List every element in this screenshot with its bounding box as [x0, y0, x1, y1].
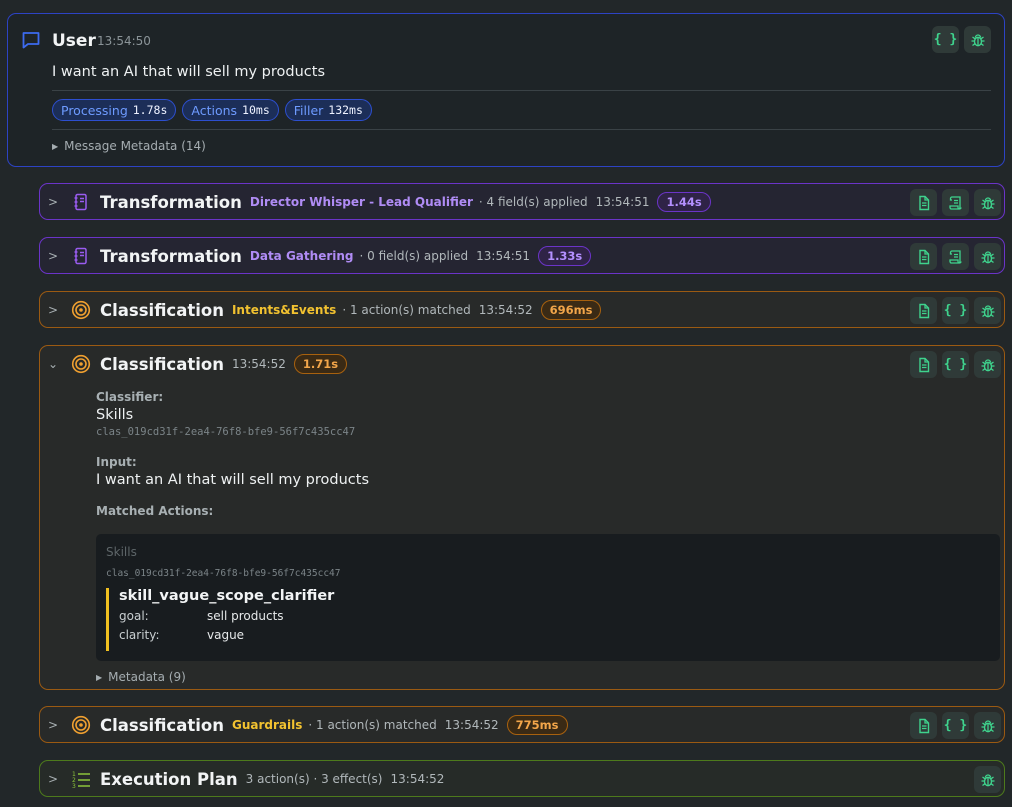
step-execution-plan[interactable]: > 123 Execution Plan 3 action(s) · 3 eff…	[39, 760, 1005, 797]
divider	[52, 90, 991, 91]
step-classification-expanded: ⌄ Classification 13:54:52 1.71s { } Clas…	[39, 345, 1005, 690]
step-info: 3 action(s) · 3 effect(s)	[245, 772, 383, 786]
document-icon[interactable]	[910, 712, 937, 739]
matched-actions-label: Matched Actions:	[96, 504, 214, 518]
filler-pill: Filler 132ms	[284, 99, 372, 121]
bug-icon[interactable]	[974, 189, 1001, 216]
bug-icon[interactable]	[974, 712, 1001, 739]
matched-group: Skills	[106, 545, 137, 559]
document-icon[interactable]	[910, 243, 937, 270]
param-row: goal: sell products	[119, 609, 284, 623]
actions-pill: Actions 10ms	[182, 99, 279, 121]
target-icon	[66, 354, 96, 374]
message-metadata-toggle[interactable]: ▶ Message Metadata (14)	[52, 139, 206, 153]
target-icon	[66, 715, 96, 735]
step-info: · 0 field(s) applied	[359, 249, 469, 263]
document-icon[interactable]	[910, 297, 937, 324]
step-time: 13:54:51	[595, 195, 650, 209]
metadata-toggle[interactable]: ▶ Metadata (9)	[96, 670, 186, 684]
numbered-list-icon: 123	[66, 770, 96, 788]
chevron-right-icon[interactable]: >	[40, 718, 66, 732]
duration-badge: 1.71s	[293, 354, 348, 374]
step-title: Classification	[100, 354, 224, 374]
step-info: · 4 field(s) applied	[478, 195, 588, 209]
document-icon[interactable]	[910, 189, 937, 216]
input-label: Input:	[96, 455, 137, 469]
step-subtitle: Data Gathering	[249, 249, 354, 263]
skill-block: skill_vague_scope_clarifier goal: sell p…	[106, 588, 334, 651]
step-time: 13:54:52	[478, 303, 533, 317]
bug-icon[interactable]	[974, 351, 1001, 378]
target-icon	[66, 300, 96, 320]
braces-icon[interactable]: { }	[942, 351, 969, 378]
step-time: 13:54:52	[444, 718, 499, 732]
skill-name: skill_vague_scope_clarifier	[119, 588, 335, 604]
user-timestamp: 13:54:50	[97, 34, 151, 48]
svg-text:3: 3	[72, 783, 76, 788]
chat-bubble-icon	[21, 30, 41, 54]
step-info: · 1 action(s) matched	[308, 718, 437, 732]
scroll-icon[interactable]	[942, 243, 969, 270]
step-title: Classification	[100, 300, 224, 320]
bug-icon[interactable]	[974, 766, 1001, 793]
divider	[52, 129, 991, 130]
step-classification-intents-events[interactable]: > Classification Intents&Events · 1 acti…	[39, 291, 1005, 328]
classifier-label: Classifier:	[96, 390, 164, 404]
step-title: Execution Plan	[100, 769, 238, 789]
user-actions: { }	[932, 26, 991, 53]
step-info: · 1 action(s) matched	[342, 303, 471, 317]
duration-badge: 1.33s	[538, 246, 592, 266]
chevron-right-icon[interactable]: >	[40, 249, 66, 263]
scroll-icon[interactable]	[942, 189, 969, 216]
caret-right-icon: ▶	[96, 672, 103, 682]
notebook-icon	[66, 247, 96, 265]
chevron-right-icon[interactable]: >	[40, 772, 66, 786]
bug-icon[interactable]	[964, 26, 991, 53]
step-subtitle: Guardrails	[231, 718, 303, 732]
duration-badge: 1.44s	[657, 192, 711, 212]
user-message-text: I want an AI that will sell my products	[52, 64, 325, 80]
step-time: 13:54:52	[390, 772, 445, 786]
step-transformation-lead-qualifier[interactable]: > Transformation Director Whisper - Lead…	[39, 183, 1005, 220]
caret-right-icon: ▶	[52, 141, 59, 151]
step-title: Transformation	[100, 246, 242, 266]
document-icon[interactable]	[910, 351, 937, 378]
input-value: I want an AI that will sell my products	[96, 472, 369, 488]
step-subtitle: Intents&Events	[231, 303, 337, 317]
bug-icon[interactable]	[974, 243, 1001, 270]
braces-icon[interactable]: { }	[942, 297, 969, 324]
chevron-down-icon[interactable]: ⌄	[40, 357, 66, 371]
step-title: Classification	[100, 715, 224, 735]
matched-action-card: Skills clas_019cd31f-2ea4-76f8-bfe9-56f7…	[96, 534, 1000, 661]
step-title: Transformation	[100, 192, 242, 212]
classifier-name: Skills	[96, 407, 134, 423]
braces-icon[interactable]: { }	[942, 712, 969, 739]
chevron-right-icon[interactable]: >	[40, 303, 66, 317]
user-title: User	[52, 31, 96, 51]
step-time: 13:54:51	[476, 249, 531, 263]
timing-pills: Processing 1.78s Actions 10ms Filler 132ms	[52, 99, 372, 121]
step-classification-guardrails[interactable]: > Classification Guardrails · 1 action(s…	[39, 706, 1005, 743]
step-subtitle: Director Whisper - Lead Qualifier	[249, 195, 473, 209]
chevron-right-icon[interactable]: >	[40, 195, 66, 209]
classification-details: Classifier: Skills clas_019cd31f-2ea4-76…	[96, 390, 998, 518]
classifier-id: clas_019cd31f-2ea4-76f8-bfe9-56f7c435cc4…	[96, 426, 356, 438]
step-time: 13:54:52	[231, 357, 286, 371]
notebook-icon	[66, 193, 96, 211]
step-transformation-data-gathering[interactable]: > Transformation Data Gathering · 0 fiel…	[39, 237, 1005, 274]
param-row: clarity: vague	[119, 628, 245, 642]
bug-icon[interactable]	[974, 297, 1001, 324]
processing-pill: Processing 1.78s	[52, 99, 177, 121]
braces-icon[interactable]: { }	[932, 26, 959, 53]
matched-id: clas_019cd31f-2ea4-76f8-bfe9-56f7c435cc4…	[106, 568, 341, 579]
duration-badge: 775ms	[506, 715, 568, 735]
duration-badge: 696ms	[540, 300, 602, 320]
user-message-card: User 13:54:50 { } I want an AI that will…	[7, 13, 1005, 167]
